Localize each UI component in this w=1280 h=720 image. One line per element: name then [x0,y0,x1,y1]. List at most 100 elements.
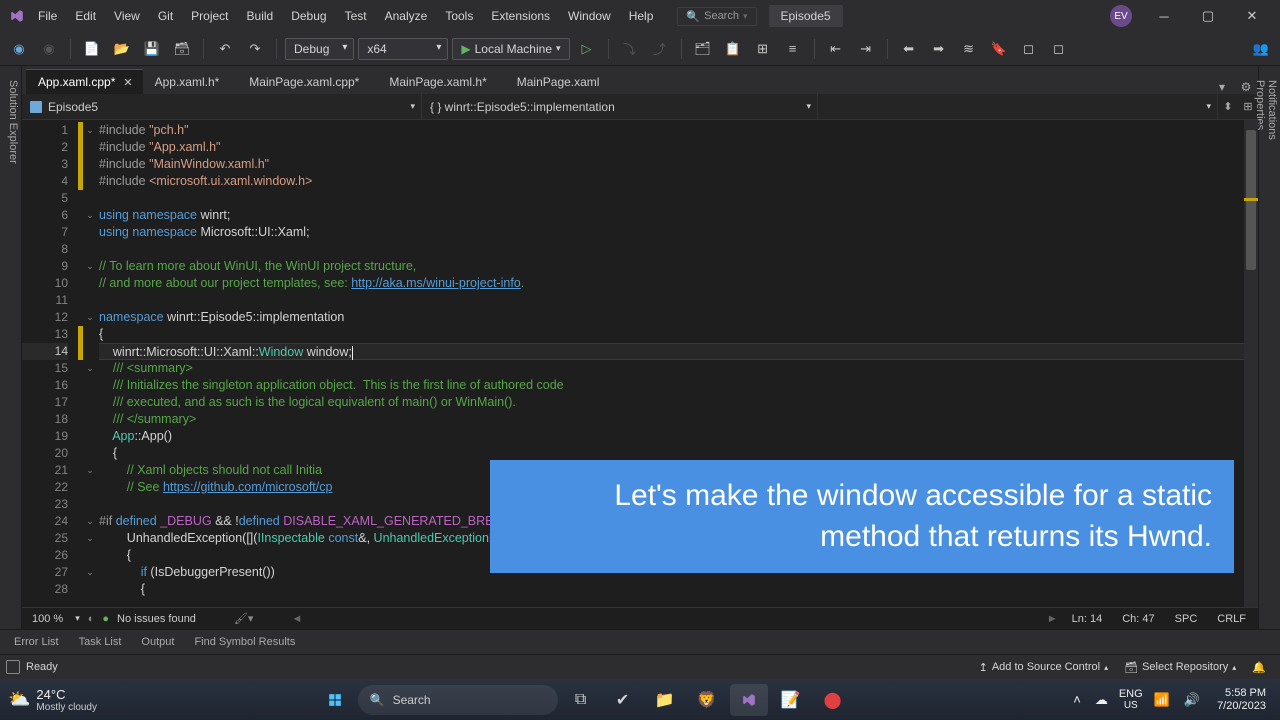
notifications-tab[interactable]: Notifications [1266,74,1278,621]
select-repo-button[interactable]: 🗃 Select Repository ▴ [1116,661,1244,674]
menu-help[interactable]: Help [621,5,662,27]
show-icon[interactable]: 📋 [720,36,746,62]
outdent-icon[interactable]: ⇤ [823,36,849,62]
solution-explorer-tab[interactable]: Solution Explorer [7,74,19,621]
solution-tab[interactable]: Episode5 [769,5,843,27]
indent2-icon[interactable]: ➡ [926,36,952,62]
main-toolbar: ◉ ◉ 📄 📂 💾 🗃 ↶ ↷ Debug x64 ▶ Local Machin… [0,32,1280,66]
file-tab[interactable]: App.xaml.h* [143,69,238,94]
type-scope-combo[interactable]: { } winrt::Episode5::implementation [422,94,818,119]
member-scope-combo[interactable] [818,94,1218,119]
toggle-icon[interactable]: ⊞ [750,36,776,62]
add-source-control-button[interactable]: ↥ Add to Source Control ▴ [971,661,1116,674]
left-tool-well: Solution Explorer [0,66,22,629]
file-tab[interactable]: MainPage.xaml.h* [377,69,504,94]
comment-icon[interactable]: ≡ [780,36,806,62]
split-h-icon[interactable]: ⬍ [1218,94,1238,119]
char-indicator[interactable]: Ch: 47 [1116,613,1160,625]
bottom-tab[interactable]: Task List [71,632,130,652]
lineending-indicator[interactable]: CRLF [1211,613,1252,625]
line-indicator[interactable]: Ln: 14 [1066,613,1109,625]
menu-test[interactable]: Test [337,5,375,27]
menu-build[interactable]: Build [239,5,282,27]
minimize-button[interactable]: ─ [1144,2,1184,30]
maximize-button[interactable]: ▢ [1188,2,1228,30]
browser-icon[interactable]: 🗂 [690,36,716,62]
start-button[interactable] [316,684,354,716]
menu-analyze[interactable]: Analyze [377,5,436,27]
menu-view[interactable]: View [106,5,148,27]
brave-icon[interactable]: 🦁 [688,684,726,716]
project-scope-combo[interactable]: Episode5 [22,94,422,119]
bottom-tab[interactable]: Output [133,632,182,652]
navigation-bar: Episode5 { } winrt::Episode5::implementa… [22,94,1258,120]
tab-menu-icon[interactable]: ▾ [1210,80,1234,94]
bell-icon[interactable]: 🔔 [1244,661,1274,674]
file-tab[interactable]: MainPage.xaml [505,69,618,94]
file-tab[interactable]: MainPage.xaml.cpp* [237,69,377,94]
project-icon [30,101,42,113]
record-icon[interactable]: ⬤ [814,684,852,716]
zoom-combo[interactable]: 100 % [28,613,67,625]
title-bar: FileEditViewGitProjectBuildDebugTestAnal… [0,0,1280,32]
menu-window[interactable]: Window [560,5,619,27]
bottom-tab[interactable]: Find Symbol Results [186,632,303,652]
start-debug-button[interactable]: ▶ Local Machine ▾ [452,38,569,60]
app-icon[interactable]: ✔ [604,684,642,716]
menu-file[interactable]: File [30,5,65,27]
bookmark-icon[interactable]: 🔖 [986,36,1012,62]
save-icon[interactable]: 💾 [139,36,165,62]
config-combo[interactable]: Debug [285,38,354,60]
indent-indicator[interactable]: SPC [1169,613,1204,625]
vs-icon[interactable] [730,684,768,716]
new-item-icon[interactable]: 📄 [79,36,105,62]
chevron-up-icon[interactable]: ˄ [1070,692,1084,707]
wifi-icon[interactable]: 📶 [1151,692,1173,708]
open-icon[interactable]: 📂 [109,36,135,62]
file-tab[interactable]: App.xaml.cpp*✕ [26,69,143,94]
bookmark2-icon[interactable]: ◻ [1016,36,1042,62]
bottom-tab[interactable]: Error List [6,632,67,652]
save-all-icon[interactable]: 🗃 [169,36,195,62]
undo-icon[interactable]: ↶ [212,36,238,62]
change-marker [1244,198,1258,201]
menu-tools[interactable]: Tools [437,5,481,27]
taskbar-search[interactable]: 🔍 Search [358,685,558,715]
indent-icon[interactable]: ⇥ [853,36,879,62]
outdent2-icon[interactable]: ⬅ [896,36,922,62]
bookmark3-icon[interactable]: ◻ [1046,36,1072,62]
search-box[interactable]: 🔍 Search ▾ [677,7,756,26]
system-tray: ˄ ☁ ENG US 📶 🔊 5:58 PM 7/20/2023 [1070,687,1272,713]
right-tool-well: Notifications Properties [1258,66,1280,629]
share-icon[interactable]: 👥 [1248,36,1274,62]
task-view-icon[interactable]: ⧉ [562,684,600,716]
menu-project[interactable]: Project [183,5,236,27]
menu-extensions[interactable]: Extensions [483,5,558,27]
nav-icon[interactable]: ◐ [88,613,95,625]
editor-status-strip: 100 % ▾ ◐ ● No issues found 🖌▾ ◄ ► Ln: 1… [22,607,1258,629]
close-tab-icon[interactable]: ✕ [121,76,134,89]
redo-icon[interactable]: ↷ [242,36,268,62]
volume-icon[interactable]: 🔊 [1181,692,1203,708]
format-icon[interactable]: ≋ [956,36,982,62]
close-button[interactable]: ✕ [1232,2,1272,30]
menu-debug[interactable]: Debug [283,5,334,27]
brush-icon[interactable]: 🖌▾ [204,612,254,625]
search-icon: 🔍 [370,693,385,707]
menu-edit[interactable]: Edit [67,5,104,27]
user-avatar[interactable]: EV [1110,5,1132,27]
vertical-scrollbar[interactable] [1244,120,1258,607]
explorer-icon[interactable]: 📁 [646,684,684,716]
clock[interactable]: 5:58 PM 7/20/2023 [1211,687,1272,713]
repo-icon: 🗃 [1124,661,1138,674]
notepad-icon[interactable]: 📝 [772,684,810,716]
nav-back-icon[interactable]: ◉ [6,36,32,62]
platform-combo[interactable]: x64 [358,38,448,60]
ready-label: Ready [26,661,58,673]
issues-label[interactable]: No issues found [117,613,196,625]
onedrive-icon[interactable]: ☁ [1092,692,1111,708]
weather-icon: ⛅ [8,689,30,710]
weather-widget[interactable]: ⛅ 24°C Mostly cloudy [8,687,97,713]
start-no-debug-icon[interactable]: ▷ [574,36,600,62]
menu-git[interactable]: Git [150,5,181,27]
